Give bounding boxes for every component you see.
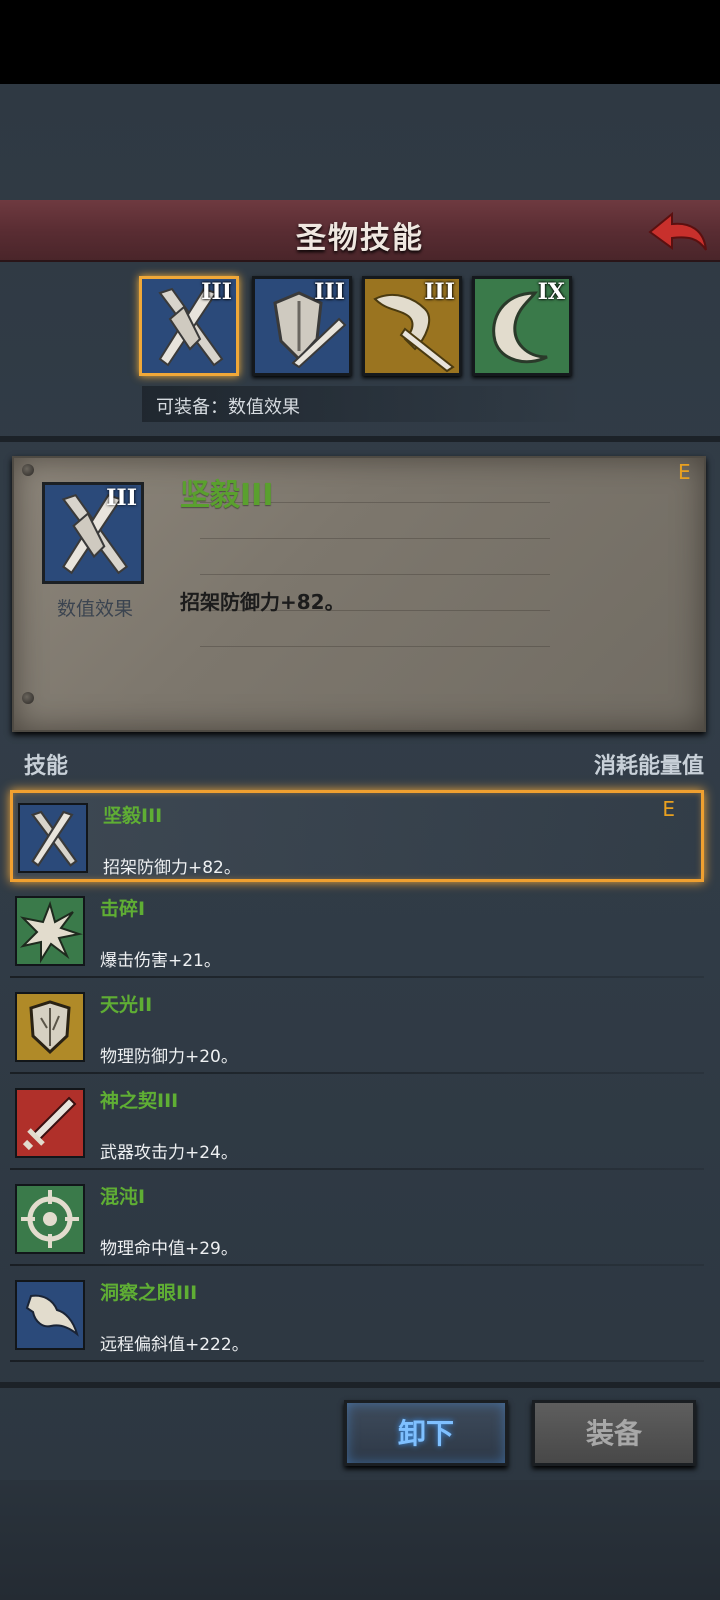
bottom-background bbox=[0, 1480, 720, 1600]
skill-description: 物理防御力+20。 bbox=[100, 1047, 238, 1067]
back-button[interactable] bbox=[646, 208, 710, 256]
list-header-energy: 消耗能量值 bbox=[593, 754, 704, 779]
skill-icon-box bbox=[15, 1184, 85, 1254]
relic-level: III bbox=[201, 279, 232, 305]
skill-row[interactable]: 洞察之眼III 远程偏斜值+222。 bbox=[10, 1270, 704, 1362]
relic-slot-4[interactable]: IX bbox=[472, 276, 572, 376]
detail-skill-icon: III bbox=[42, 482, 144, 584]
unequip-button[interactable]: 卸下 bbox=[344, 1400, 508, 1466]
row-separator bbox=[10, 976, 704, 978]
bird-icon bbox=[25, 1294, 79, 1337]
row-separator bbox=[10, 1264, 704, 1266]
rivet bbox=[22, 692, 34, 704]
skill-description: 远程偏斜值+222。 bbox=[100, 1335, 249, 1355]
skill-name: 洞察之眼III bbox=[100, 1282, 198, 1304]
page-title: 圣物技能 bbox=[296, 221, 424, 256]
skill-row[interactable]: 混沌I 物理命中值+29。 bbox=[10, 1174, 704, 1266]
equip-hint: 可装备：数值效果 bbox=[142, 386, 582, 422]
relic-level: III bbox=[424, 279, 455, 305]
relic-level: IX bbox=[537, 279, 565, 305]
skill-description: 招架防御力+82。 bbox=[103, 858, 241, 878]
detail-level: III bbox=[106, 485, 137, 511]
sword-icon bbox=[22, 1096, 77, 1151]
skill-row[interactable]: 坚毅III 招架防御力+82。 E bbox=[10, 790, 704, 882]
skill-icon-box bbox=[15, 992, 85, 1062]
skill-row[interactable]: 神之契III 武器攻击力+24。 bbox=[10, 1078, 704, 1170]
divider bbox=[0, 1382, 720, 1388]
shield-icon bbox=[29, 1000, 71, 1055]
skill-row[interactable]: 击碎I 爆击伤害+21。 bbox=[10, 886, 704, 978]
relic-slot-3[interactable]: III bbox=[362, 276, 462, 376]
skill-description: 爆击伤害+21。 bbox=[100, 951, 221, 971]
row-separator bbox=[10, 1072, 704, 1074]
skill-name: 混沌I bbox=[100, 1186, 146, 1208]
back-arrow-icon bbox=[648, 211, 707, 251]
equipped-mark: E bbox=[678, 460, 691, 484]
crosshair-icon bbox=[21, 1190, 79, 1248]
skill-name: 击碎I bbox=[100, 898, 146, 920]
skill-icon-box bbox=[15, 1088, 85, 1158]
skill-name: 天光II bbox=[100, 994, 153, 1016]
ruled-line bbox=[200, 538, 550, 539]
status-bar-area bbox=[0, 0, 720, 84]
relic-slot-1[interactable]: III bbox=[139, 276, 239, 376]
skill-icon-box bbox=[15, 896, 85, 966]
divider bbox=[0, 436, 720, 442]
relic-slot-2[interactable]: III bbox=[252, 276, 352, 376]
row-separator bbox=[10, 1360, 704, 1362]
equip-hint-text: 可装备：数值效果 bbox=[156, 397, 300, 418]
ruled-line bbox=[200, 574, 550, 575]
skill-row[interactable]: 天光II 物理防御力+20。 bbox=[10, 982, 704, 1074]
detail-skill-name: 坚毅III bbox=[180, 478, 274, 513]
skill-icon-box bbox=[18, 803, 88, 873]
detail-skill-description: 招架防御力+82。 bbox=[180, 590, 345, 614]
row-separator bbox=[10, 1168, 704, 1170]
detail-type-label: 数值效果 bbox=[56, 598, 133, 620]
crossed-swords-icon bbox=[30, 810, 78, 867]
rivet bbox=[22, 464, 34, 476]
skill-name: 坚毅III bbox=[103, 805, 163, 827]
equip-button[interactable]: 装备 bbox=[532, 1400, 696, 1466]
list-header-skill: 技能 bbox=[24, 754, 69, 779]
skill-description: 武器攻击力+24。 bbox=[100, 1143, 238, 1163]
skill-icon-box bbox=[15, 1280, 85, 1350]
relic-level: III bbox=[314, 279, 345, 305]
equipped-mark: E bbox=[662, 797, 675, 821]
ruled-line bbox=[200, 646, 550, 647]
skill-description: 物理命中值+29。 bbox=[100, 1239, 238, 1259]
burst-icon bbox=[19, 900, 83, 964]
skill-name: 神之契III bbox=[100, 1090, 179, 1112]
